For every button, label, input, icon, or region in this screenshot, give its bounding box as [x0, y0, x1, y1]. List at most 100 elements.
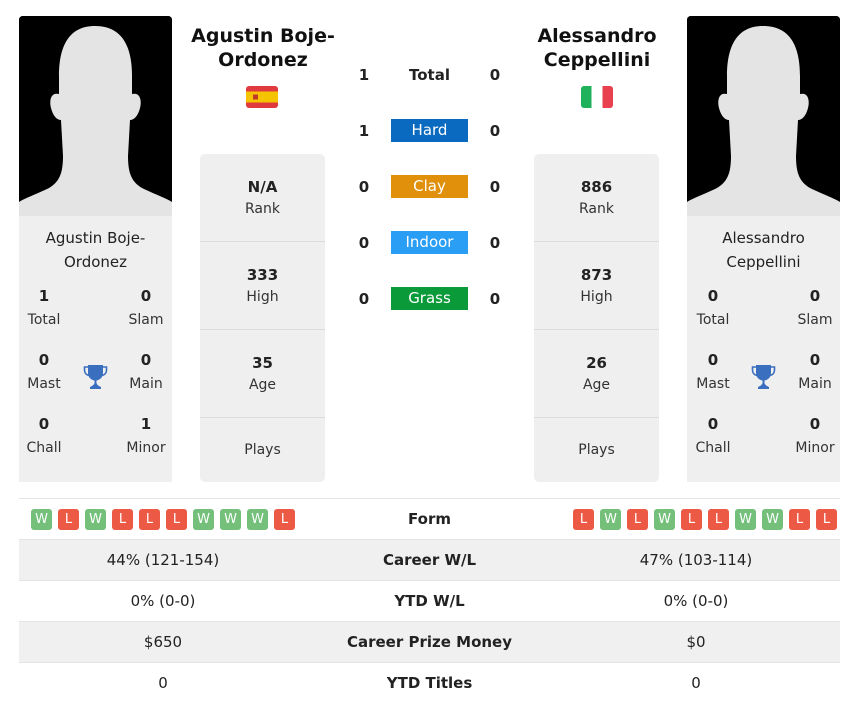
- name-line: Alessandro: [722, 229, 805, 247]
- stat-value: 0: [38, 415, 50, 433]
- form-loss-badge[interactable]: L: [681, 508, 702, 530]
- high-value: 873: [580, 265, 613, 284]
- stat-label: Mast: [696, 376, 730, 392]
- stat-chall: 0 Chall: [14, 414, 74, 458]
- stat-value: 0: [809, 287, 821, 305]
- p2-count: 0: [489, 122, 501, 140]
- ytd-titles-row: 0 YTD Titles 0: [19, 662, 840, 703]
- stat-chall: 0 Chall: [683, 414, 743, 458]
- stat-label: Minor: [126, 440, 166, 456]
- high-cell: 873 High: [534, 242, 659, 330]
- stat-value: 0: [38, 351, 50, 369]
- row-label: Career W/L: [382, 551, 477, 569]
- career-wl-row: 44% (121-154) Career W/L 47% (103-114): [19, 539, 840, 580]
- h2h-surface-table: 1 Total 0 1 Hard 0 0 Clay 0 0 Indoor 0 0…: [345, 58, 515, 338]
- stat-value: 1: [140, 415, 152, 433]
- stat-value: 0: [140, 351, 152, 369]
- player1-value: 0% (0-0): [130, 592, 196, 610]
- player2-value: 0: [691, 674, 701, 692]
- player2-value: $0: [686, 633, 706, 651]
- stat-label: Main: [798, 376, 832, 392]
- form-win-badge[interactable]: W: [600, 508, 621, 530]
- trophy-icon: [83, 365, 108, 389]
- p1-count: 0: [358, 290, 370, 308]
- ytd-wl-row: 0% (0-0) YTD W/L 0% (0-0): [19, 580, 840, 621]
- form-loss-badge[interactable]: L: [166, 508, 187, 530]
- name-line: Ceppellini: [726, 253, 801, 271]
- form-loss-badge[interactable]: L: [58, 508, 79, 530]
- h2h-row-grass: 0 Grass 0: [345, 282, 515, 338]
- player1-value: 44% (121-154): [106, 551, 220, 569]
- form-win-badge[interactable]: W: [193, 508, 214, 530]
- h2h-row-hard: 1 Hard 0: [345, 114, 515, 170]
- form-loss-badge[interactable]: L: [112, 508, 133, 530]
- surface-badge-grass[interactable]: Grass: [391, 287, 468, 310]
- player1-name-link[interactable]: Agustin Boje- Ordonez: [178, 24, 348, 72]
- p2-count: 0: [489, 290, 501, 308]
- form-loss-badge[interactable]: L: [573, 508, 594, 530]
- form-win-badge[interactable]: W: [220, 508, 241, 530]
- stat-slam: 0 Slam: [785, 286, 845, 330]
- h2h-row-indoor: 0 Indoor 0: [345, 226, 515, 282]
- high-label: High: [246, 288, 279, 305]
- p1-count: 0: [358, 234, 370, 252]
- stat-mast: 0 Mast: [14, 350, 74, 394]
- form-win-badge[interactable]: W: [31, 508, 52, 530]
- plays-label: Plays: [578, 442, 615, 458]
- player1-titles-card: Agustin Boje- Ordonez 1 Total 0 Slam 0 M…: [19, 216, 172, 482]
- player2-photo: [687, 16, 840, 216]
- name-line: Ceppellini: [543, 49, 651, 71]
- surface-badge-clay[interactable]: Clay: [391, 175, 468, 198]
- row-label: Career Prize Money: [346, 633, 512, 651]
- name-line: Ordonez: [63, 253, 128, 271]
- row-label: Form: [408, 510, 451, 528]
- name-line: Agustin Boje-: [45, 229, 146, 247]
- stat-label: Minor: [795, 440, 835, 456]
- player2-value: 0% (0-0): [663, 592, 729, 610]
- form-win-badge[interactable]: W: [654, 508, 675, 530]
- player2-card-name[interactable]: Alessandro Ceppellini: [687, 226, 840, 274]
- p1-count: 1: [358, 66, 370, 84]
- rank-label: Rank: [245, 200, 280, 217]
- form-loss-badge[interactable]: L: [139, 508, 160, 530]
- p1-count: 0: [358, 178, 370, 196]
- form-loss-badge[interactable]: L: [708, 508, 729, 530]
- stat-value: 0: [707, 415, 719, 433]
- plays-cell: Plays: [200, 418, 325, 482]
- stat-main: 0 Main: [785, 350, 845, 394]
- plays-cell: Plays: [534, 418, 659, 482]
- rank-label: Rank: [579, 200, 614, 217]
- player2-name-link[interactable]: Alessandro Ceppellini: [512, 24, 682, 72]
- p2-count: 0: [489, 66, 501, 84]
- stat-label: Main: [129, 376, 163, 392]
- age-value: 26: [586, 353, 607, 372]
- player2-form: LWLWLLWWLL: [552, 508, 840, 530]
- stat-label: Mast: [27, 376, 61, 392]
- form-win-badge[interactable]: W: [85, 508, 106, 530]
- italy-flag-icon: [581, 86, 613, 108]
- trophy-icon: [751, 365, 776, 389]
- player-silhouette-icon: [19, 16, 172, 216]
- player1-card-name[interactable]: Agustin Boje- Ordonez: [19, 226, 172, 274]
- p2-count: 0: [489, 234, 501, 252]
- surface-badge-indoor[interactable]: Indoor: [391, 231, 468, 254]
- prize-money-row: $650 Career Prize Money $0: [19, 621, 840, 662]
- form-win-badge[interactable]: W: [762, 508, 783, 530]
- form-win-badge[interactable]: W: [735, 508, 756, 530]
- form-win-badge[interactable]: W: [247, 508, 268, 530]
- rank-value: 886: [580, 177, 613, 196]
- row-label: YTD W/L: [394, 592, 465, 610]
- h2h-row-clay: 0 Clay 0: [345, 170, 515, 226]
- form-loss-badge[interactable]: L: [274, 508, 295, 530]
- comparison-table: WLWLLLWWWL Form LWLWLLWWLL 44% (121-154)…: [19, 498, 840, 703]
- form-loss-badge[interactable]: L: [627, 508, 648, 530]
- surface-badge-hard[interactable]: Hard: [391, 119, 468, 142]
- stat-mast: 0 Mast: [683, 350, 743, 394]
- age-label: Age: [582, 376, 611, 393]
- form-loss-badge[interactable]: L: [816, 508, 837, 530]
- player-silhouette-icon: [687, 16, 840, 216]
- form-loss-badge[interactable]: L: [789, 508, 810, 530]
- player1-value: $650: [143, 633, 183, 651]
- player1-value: 0: [158, 674, 168, 692]
- player1-form: WLWLLLWWWL: [19, 508, 307, 530]
